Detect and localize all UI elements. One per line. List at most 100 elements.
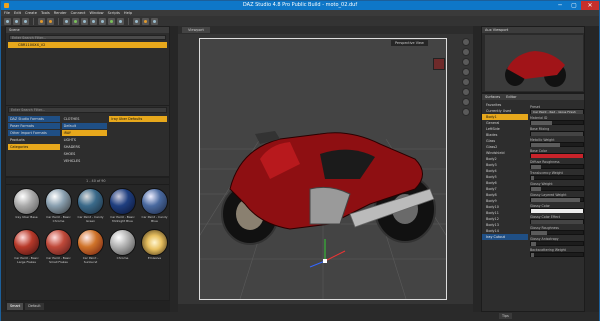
- content-folder[interactable]: VEHICLES: [62, 158, 108, 164]
- thumbnail-label: Car Paint - Candy Blue: [141, 215, 168, 223]
- pan-icon[interactable]: [462, 48, 470, 56]
- content-folder[interactable]: Default: [61, 123, 108, 129]
- thumbnail-item[interactable]: Car Paint - Basic Large Flakes: [12, 229, 41, 268]
- node-weight-icon[interactable]: [108, 17, 115, 25]
- property-slider[interactable]: [530, 131, 584, 136]
- content-search-input[interactable]: Enter Search Filter...: [8, 107, 167, 113]
- thumbnail-item[interactable]: Car Paint - Basic Small Flakes: [44, 229, 73, 268]
- content-item[interactable]: Categories: [8, 144, 60, 150]
- property-slider[interactable]: Car Paint - Red - Gloss Finish: [530, 109, 584, 114]
- content-folder[interactable]: iRAY: [61, 130, 108, 136]
- select-tool-icon[interactable]: [63, 17, 70, 25]
- thumbnail-item[interactable]: Iray Uber Base: [12, 188, 41, 227]
- content-library-pane: Enter Search Filter... DAZ Studio Format…: [5, 105, 170, 177]
- menu-create[interactable]: Create: [25, 11, 37, 15]
- tab-viewport[interactable]: Viewport: [182, 27, 210, 33]
- right-dock-tabs[interactable]: [473, 26, 481, 312]
- zoom-icon[interactable]: [462, 88, 470, 96]
- perspective-view-dropdown[interactable]: Perspective View: [391, 40, 428, 46]
- property-slider[interactable]: [530, 252, 584, 257]
- rotate-tool-icon[interactable]: [81, 17, 88, 25]
- thumbnail-item[interactable]: Car Paint - Basic Chrome: [44, 188, 73, 227]
- minimize-button[interactable]: ─: [553, 1, 567, 10]
- property-slider[interactable]: [530, 120, 584, 125]
- surface-selection-icon[interactable]: [117, 17, 124, 25]
- close-button[interactable]: ✕: [581, 1, 599, 10]
- right-side-tabs[interactable]: [585, 26, 599, 312]
- menu-scripts[interactable]: Scripts: [108, 11, 120, 15]
- tips-button[interactable]: Tips: [499, 313, 512, 319]
- content-folder[interactable]: SHOES: [62, 151, 108, 157]
- middle-dock-tabs[interactable]: [170, 26, 178, 312]
- view-cube[interactable]: [433, 58, 445, 70]
- tab-smart[interactable]: Smart: [7, 303, 24, 310]
- menu-connect[interactable]: Connect: [71, 11, 86, 15]
- thumbnail-item[interactable]: Chrome: [108, 229, 137, 268]
- property-slider[interactable]: [530, 219, 584, 224]
- bank-icon[interactable]: [462, 98, 470, 106]
- menu-help[interactable]: Help: [124, 11, 132, 15]
- property-slider-fill: [531, 209, 583, 213]
- scale-tool-icon[interactable]: [90, 17, 97, 25]
- property-slider[interactable]: [530, 164, 584, 169]
- tab-surfaces[interactable]: Surfaces: [485, 95, 500, 99]
- undo-icon[interactable]: [38, 17, 45, 25]
- home-icon[interactable]: [462, 108, 470, 116]
- property-slider[interactable]: [530, 197, 584, 202]
- menu-render[interactable]: Render: [54, 11, 67, 15]
- dolly-icon[interactable]: [462, 58, 470, 66]
- render-settings-icon[interactable]: [151, 17, 158, 25]
- property-slider[interactable]: [530, 241, 584, 246]
- maximize-button[interactable]: ▢: [567, 1, 581, 10]
- property-slider-fill: [531, 231, 547, 235]
- render-icon[interactable]: [142, 17, 149, 25]
- thumbnail-item[interactable]: Car Paint - Candy Blue: [140, 188, 169, 227]
- thumbnail-item[interactable]: Car Paint - Candy Green: [76, 188, 105, 227]
- property-slider[interactable]: [530, 142, 584, 147]
- thumbnail-item[interactable]: Car Paint - Basic Midnight Blue: [108, 188, 137, 227]
- property-slider[interactable]: [530, 153, 584, 158]
- menu-tools[interactable]: Tools: [41, 11, 50, 15]
- scene-node-item[interactable]: CBR1100XX_V2: [8, 42, 167, 48]
- tab-editor[interactable]: Editor: [506, 95, 516, 99]
- new-scene-icon[interactable]: [4, 17, 11, 25]
- thumbnail-item[interactable]: Emissive: [140, 229, 169, 268]
- aux-viewport-tab[interactable]: Aux Viewport: [482, 27, 584, 33]
- viewport-canvas[interactable]: [159, 38, 487, 300]
- content-subfolder[interactable]: Iray Uber Defaults: [109, 116, 167, 122]
- aux-viewport-canvas[interactable]: [485, 35, 583, 91]
- content-item[interactable]: Products: [8, 137, 60, 143]
- tab-default[interactable]: Default: [25, 303, 44, 310]
- content-folder[interactable]: LIGHTS: [62, 137, 108, 143]
- thumbnail-item[interactable]: Car Paint - Sunburst: [76, 229, 105, 268]
- scene-pane-header: Scene: [6, 27, 169, 33]
- translate-tool-icon[interactable]: [72, 17, 79, 25]
- menu-window[interactable]: Window: [89, 11, 103, 15]
- content-item[interactable]: Poser Formats: [8, 123, 60, 129]
- save-icon[interactable]: [22, 17, 29, 25]
- open-icon[interactable]: [13, 17, 20, 25]
- content-folder[interactable]: SHADERS: [62, 144, 108, 150]
- camera-icon[interactable]: [133, 17, 140, 25]
- property-slider[interactable]: [530, 208, 584, 213]
- content-item[interactable]: DAZ Studio Formats: [8, 116, 60, 122]
- property-slider[interactable]: [530, 230, 584, 235]
- property-slider[interactable]: [530, 186, 584, 191]
- viewport-header: Viewport: [178, 26, 473, 34]
- content-subfolder-column: Iray Uber Defaults: [109, 116, 167, 164]
- surface-item[interactable]: Iray Cutout: [482, 234, 528, 240]
- scene-search-input[interactable]: Enter Search Filter...: [9, 35, 166, 40]
- content-folder[interactable]: CLOTHES: [62, 116, 108, 122]
- universal-tool-icon[interactable]: [99, 17, 106, 25]
- property-slider-fill: [531, 165, 542, 169]
- property-slider-fill: [531, 198, 581, 202]
- sphere-thumbnail: [109, 229, 136, 256]
- redo-icon[interactable]: [47, 17, 54, 25]
- frame-icon[interactable]: [462, 68, 470, 76]
- menu-file[interactable]: File: [4, 11, 10, 15]
- menu-edit[interactable]: Edit: [14, 11, 21, 15]
- orbit-icon[interactable]: [462, 38, 470, 46]
- content-item[interactable]: Other Import Formats: [8, 130, 60, 136]
- aim-icon[interactable]: [462, 78, 470, 86]
- property-slider[interactable]: [530, 175, 584, 180]
